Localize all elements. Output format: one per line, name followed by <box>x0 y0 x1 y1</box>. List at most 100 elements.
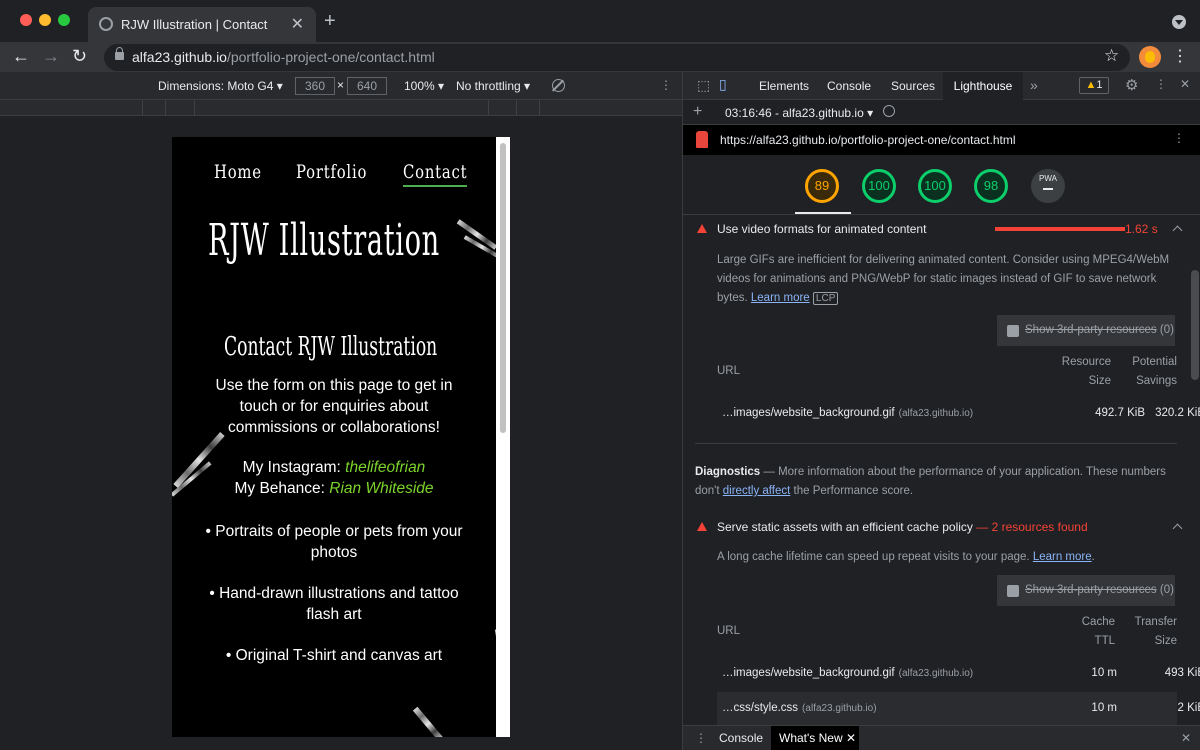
collapse-chevron-icon[interactable] <box>1172 225 1183 236</box>
title-bar: RJW Illustration | Contact ✕ + <box>0 0 1200 42</box>
page-scrollbar[interactable] <box>496 137 510 737</box>
third-party-checkbox[interactable] <box>1007 325 1019 337</box>
zoom-select[interactable]: 100% ▾ <box>404 79 444 93</box>
globe-icon <box>99 17 113 31</box>
more-tabs-icon[interactable]: » <box>1030 77 1038 93</box>
nav-portfolio-link[interactable]: Portfolio <box>296 161 367 183</box>
table-row[interactable]: …css/style.css (alfa23.github.io) 10 m 2 … <box>717 692 1200 725</box>
seo-score[interactable]: 98 <box>974 169 1008 203</box>
device-toggle-icon[interactable]: ▯ <box>719 76 727 93</box>
pwa-badge[interactable]: PWA <box>1031 169 1065 203</box>
browser-tab[interactable]: RJW Illustration | Contact ✕ <box>88 7 316 42</box>
diagnostics-section: Diagnostics — More information about the… <box>695 463 1175 501</box>
devtools-drawer-tabs: ⋮ Console What's New ✕ ✕ <box>683 725 1200 750</box>
third-party-toggle[interactable]: Show 3rd-party resources (0) <box>997 575 1175 606</box>
report-menu-icon[interactable]: ⋮ <box>1173 131 1185 145</box>
contact-heading: Contact RJW Illustration <box>224 332 438 362</box>
close-drawer-icon[interactable]: ✕ <box>1181 731 1191 745</box>
learn-more-link[interactable]: Learn more <box>1033 551 1092 563</box>
inspect-element-icon[interactable]: ⬚ <box>697 77 710 94</box>
row-transfer: 493 KiB <box>1164 667 1200 679</box>
tab-elements[interactable]: Elements <box>759 79 809 93</box>
media-query-ruler[interactable] <box>0 100 682 116</box>
device-width-input[interactable]: 360 <box>295 77 335 95</box>
bookmark-star-icon[interactable]: ☆ <box>1104 46 1119 66</box>
audit-title[interactable]: Serve static assets with an efficient ca… <box>717 520 1088 534</box>
warning-count: 1 <box>1096 79 1103 91</box>
behance-link[interactable]: Rian Whiteside <box>329 480 433 497</box>
behance-label: My Behance: <box>234 480 330 497</box>
accessibility-score[interactable]: 100 <box>862 169 896 203</box>
divider <box>695 443 1177 444</box>
drawer-tab-whats-new[interactable]: What's New ✕ <box>771 726 859 750</box>
tab-search-icon[interactable] <box>1172 15 1186 29</box>
device-more-icon[interactable]: ⋮ <box>660 78 672 92</box>
row-savings: 320.2 KiB <box>1155 407 1200 419</box>
reload-icon[interactable]: ↻ <box>72 46 87 67</box>
audit-title[interactable]: Use video formats for animated content <box>717 222 926 236</box>
profile-avatar[interactable] <box>1139 46 1161 68</box>
close-drawer-tab-icon[interactable]: ✕ <box>846 731 856 745</box>
report-select[interactable]: 03:16:46 - alfa23.github.io ▾ <box>725 106 873 120</box>
maximize-window-button[interactable] <box>58 14 70 26</box>
tab-lighthouse[interactable]: Lighthouse <box>943 72 1023 100</box>
forward-arrow-icon[interactable]: → <box>42 46 60 67</box>
resources-found: — 2 resources found <box>976 520 1088 534</box>
ruler-tick <box>142 100 143 116</box>
rotate-icon[interactable] <box>552 79 565 92</box>
settings-gear-icon[interactable]: ⚙ <box>1125 76 1138 94</box>
tab-sources[interactable]: Sources <box>891 79 935 93</box>
device-select[interactable]: Dimensions: Moto G4 ▾ <box>158 79 283 93</box>
drawer-tab-console[interactable]: Console <box>719 731 763 745</box>
lighthouse-icon <box>696 131 708 148</box>
service-item: • Original T-shirt and canvas art <box>225 647 443 664</box>
learn-more-link[interactable]: Learn more <box>751 292 810 304</box>
table-row[interactable]: …images/website_background.gif (alfa23.gi… <box>717 657 1200 691</box>
collapse-chevron-icon[interactable] <box>1172 523 1183 534</box>
scrollbar-thumb[interactable] <box>500 143 506 433</box>
minimize-window-button[interactable] <box>39 14 51 26</box>
close-window-button[interactable] <box>20 14 32 26</box>
throttling-label: No throttling <box>456 79 521 93</box>
diagnostics-text-end: the Performance score. <box>790 485 914 497</box>
performance-score[interactable]: 89 <box>805 169 839 203</box>
warning-icon: ▲ <box>1085 79 1097 91</box>
third-party-toggle[interactable]: Show 3rd-party resources (0) <box>997 315 1175 346</box>
instagram-link[interactable]: thelifeofrian <box>345 459 425 476</box>
close-devtools-icon[interactable]: ✕ <box>1180 77 1190 91</box>
directly-affect-link[interactable]: directly affect <box>723 485 791 497</box>
active-gauge-indicator <box>795 212 851 214</box>
nav-contact-link[interactable]: Contact <box>403 161 468 187</box>
row-url: …images/website_background.gif <box>722 667 895 679</box>
url-host: alfa23.github.io <box>132 49 227 65</box>
audit2-desc-text: A long cache lifetime can speed up repea… <box>717 551 1030 563</box>
report-url-bar: https://alfa23.github.io/portfolio-proje… <box>683 125 1200 155</box>
third-party-checkbox[interactable] <box>1007 585 1019 597</box>
device-label: Dimensions: Moto G4 <box>158 79 274 93</box>
drawer-menu-icon[interactable]: ⋮ <box>695 731 707 745</box>
device-height-input[interactable]: 640 <box>347 77 387 95</box>
close-tab-icon[interactable]: ✕ <box>291 14 304 34</box>
audit-description: Large GIFs are inefficient for deliverin… <box>717 251 1177 308</box>
col-cache-ttl: Cache TTL <box>1081 616 1115 647</box>
ruler-tick <box>539 100 540 116</box>
lighthouse-report: Use video formats for animated content 1… <box>683 215 1200 725</box>
clear-icon[interactable] <box>883 105 895 117</box>
devtools-menu-icon[interactable]: ⋮ <box>1155 77 1167 91</box>
browser-menu-icon[interactable]: ⋮ <box>1172 46 1188 66</box>
row-ttl: 10 m <box>1091 702 1117 714</box>
table-row[interactable]: …images/website_background.gif (alfa23.gi… <box>717 397 1200 431</box>
throttling-select[interactable]: No throttling ▾ <box>456 79 530 93</box>
tab-console[interactable]: Console <box>827 79 871 93</box>
back-arrow-icon[interactable]: ← <box>12 46 30 67</box>
nav-home-link[interactable]: Home <box>214 161 262 183</box>
report-scrollbar-thumb[interactable] <box>1191 270 1199 380</box>
url-input[interactable]: alfa23.github.io/portfolio-project-one/c… <box>104 44 1130 71</box>
warning-badge[interactable]: ▲1 <box>1079 77 1109 94</box>
lighthouse-toolbar: + 03:16:46 - alfa23.github.io ▾ <box>683 100 1200 125</box>
new-tab-button[interactable]: + <box>324 10 336 33</box>
new-report-icon[interactable]: + <box>693 103 702 121</box>
tab-title: RJW Illustration | Contact <box>121 17 268 32</box>
best-practices-score[interactable]: 100 <box>918 169 952 203</box>
instagram-label: My Instagram: <box>242 459 346 476</box>
